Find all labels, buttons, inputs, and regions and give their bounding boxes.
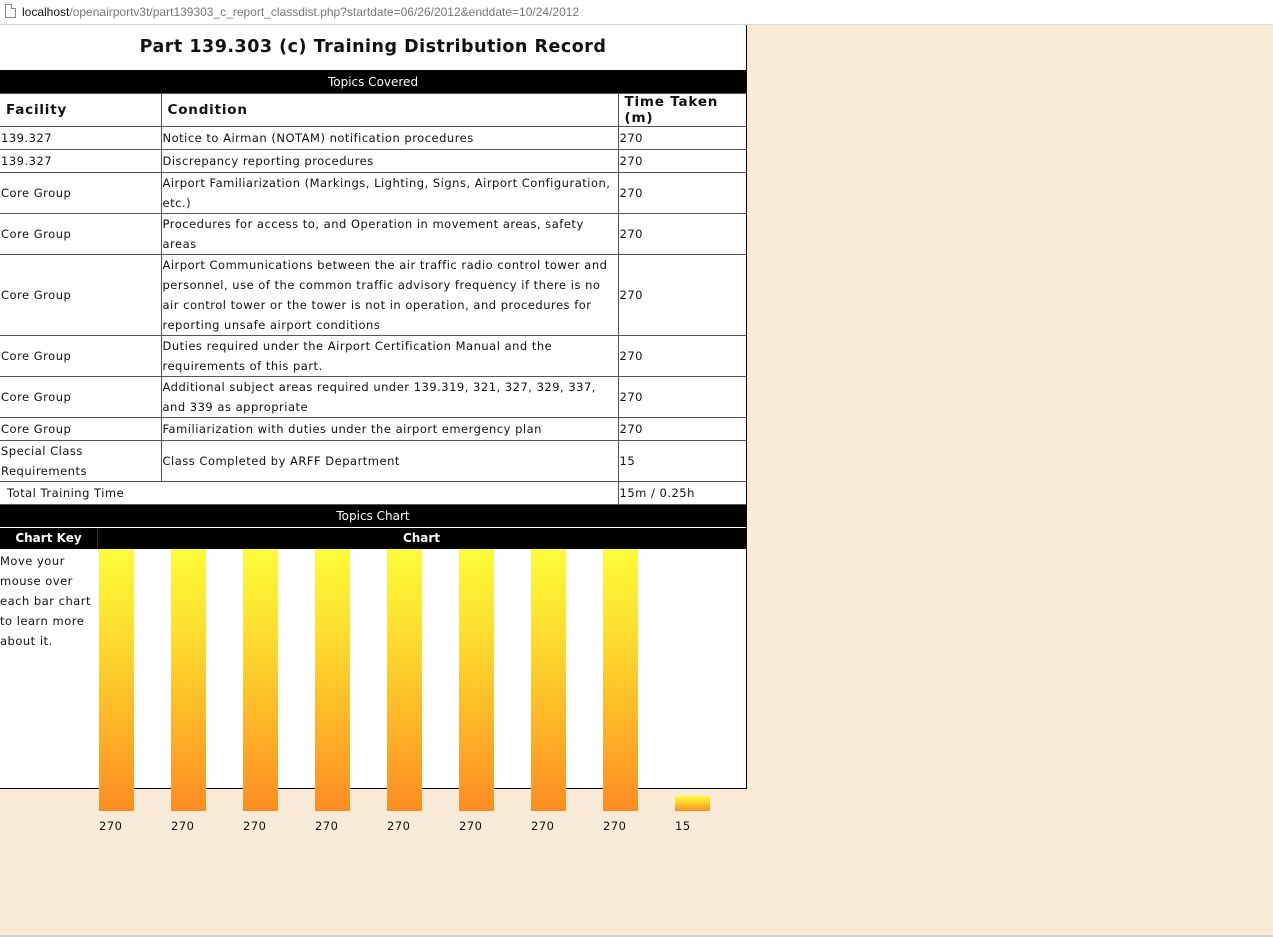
chart-header-row: Chart Key Chart xyxy=(0,528,746,549)
facility-cell: Core Group xyxy=(0,417,162,441)
table-row: 139.327 Discrepancy reporting procedures… xyxy=(0,149,746,173)
condition-cell: Notice to Airman (NOTAM) notification pr… xyxy=(160,126,619,150)
time-cell: 270 xyxy=(617,213,746,255)
training-report: Part 139.303 (c) Training Distribution R… xyxy=(0,25,747,833)
table-row: Core Group Duties required under the Air… xyxy=(0,335,746,377)
chart-bar[interactable] xyxy=(99,549,134,811)
condition-cell: Familiarization with duties under the ai… xyxy=(160,417,619,441)
table-header-row: Facility Condition Time Taken (m) xyxy=(0,93,746,127)
time-cell: 270 xyxy=(617,172,746,214)
table-row: 139.327 Notice to Airman (NOTAM) notific… xyxy=(0,126,746,150)
table-row: Core Group Familiarization with duties u… xyxy=(0,417,746,441)
condition-cell: Discrepancy reporting procedures xyxy=(160,149,619,173)
topics-chart-section: Topics Chart Chart Key Chart Move your m… xyxy=(0,505,746,833)
bar-value-label: 270 xyxy=(531,819,555,833)
chart-bar[interactable] xyxy=(531,549,566,811)
total-row: Total Training Time 15m / 0.25h xyxy=(0,481,746,505)
condition-cell: Airport Communications between the air t… xyxy=(160,254,619,336)
chart-bar[interactable] xyxy=(171,549,206,811)
url-path: /openairportv3t/part139303_c_report_clas… xyxy=(69,5,580,19)
condition-cell: Procedures for access to, and Operation … xyxy=(160,213,619,255)
bar-value-label: 270 xyxy=(603,819,627,833)
chart-bar[interactable] xyxy=(459,549,494,811)
bar-value-label: 270 xyxy=(459,819,483,833)
facility-cell: Core Group xyxy=(0,335,162,377)
condition-cell: Airport Familiarization (Markings, Light… xyxy=(160,172,619,214)
condition-cell: Class Completed by ARFF Department xyxy=(160,440,619,482)
bar-value-label: 15 xyxy=(675,819,691,833)
topics-chart-band: Topics Chart xyxy=(0,505,746,527)
time-cell: 270 xyxy=(617,417,746,441)
facility-cell: Core Group xyxy=(0,172,162,214)
bar-value-label: 270 xyxy=(387,819,411,833)
report-title: Part 139.303 (c) Training Distribution R… xyxy=(0,25,746,71)
total-training-time-value: 15m / 0.25h xyxy=(617,481,746,505)
chart-bar[interactable] xyxy=(315,549,350,811)
time-cell: 270 xyxy=(617,376,746,418)
facility-cell: Core Group xyxy=(0,376,162,418)
bar-chart: 270 270 270 270 270 270 270 270 15 xyxy=(0,549,746,833)
url-host: localhost xyxy=(22,5,70,19)
time-cell: 270 xyxy=(617,254,746,336)
condition-cell: Duties required under the Airport Certif… xyxy=(160,335,619,377)
time-cell: 270 xyxy=(617,149,746,173)
column-header-time-taken: Time Taken (m) xyxy=(617,93,746,127)
bar-value-label: 270 xyxy=(315,819,339,833)
time-cell: 270 xyxy=(617,335,746,377)
bar-value-label: 270 xyxy=(243,819,267,833)
table-row: Core Group Airport Familiarization (Mark… xyxy=(0,172,746,214)
table-row: Core Group Procedures for access to, and… xyxy=(0,213,746,255)
facility-cell: Special Class Requirements xyxy=(0,440,162,482)
topics-table: Facility Condition Time Taken (m) 139.32… xyxy=(0,93,746,505)
topics-covered-band: Topics Covered xyxy=(0,71,746,93)
page-icon xyxy=(5,4,16,18)
url-text[interactable]: localhost/openairportv3t/part139303_c_re… xyxy=(22,5,579,19)
facility-cell: 139.327 xyxy=(0,149,162,173)
table-row: Special Class Requirements Class Complet… xyxy=(0,440,746,482)
chart-key-header: Chart Key xyxy=(15,531,82,545)
chart-bar[interactable] xyxy=(603,549,638,811)
table-row: Core Group Additional subject areas requ… xyxy=(0,376,746,418)
condition-cell: Additional subject areas required under … xyxy=(160,376,619,418)
total-training-time-label: Total Training Time xyxy=(0,481,619,505)
address-bar[interactable]: localhost/openairportv3t/part139303_c_re… xyxy=(0,0,1273,25)
chart-bar[interactable] xyxy=(675,796,710,811)
chart-bar[interactable] xyxy=(387,549,422,811)
facility-cell: Core Group xyxy=(0,254,162,336)
chart-header: Chart xyxy=(97,528,746,549)
column-header-condition: Condition xyxy=(160,93,619,127)
table-row: Core Group Airport Communications betwee… xyxy=(0,254,746,336)
facility-cell: 139.327 xyxy=(0,126,162,150)
facility-cell: Core Group xyxy=(0,213,162,255)
time-cell: 270 xyxy=(617,126,746,150)
column-header-facility: Facility xyxy=(0,93,162,127)
bar-value-label: 270 xyxy=(171,819,195,833)
chart-bar[interactable] xyxy=(243,549,278,811)
bar-value-label: 270 xyxy=(99,819,123,833)
time-cell: 15 xyxy=(617,440,746,482)
